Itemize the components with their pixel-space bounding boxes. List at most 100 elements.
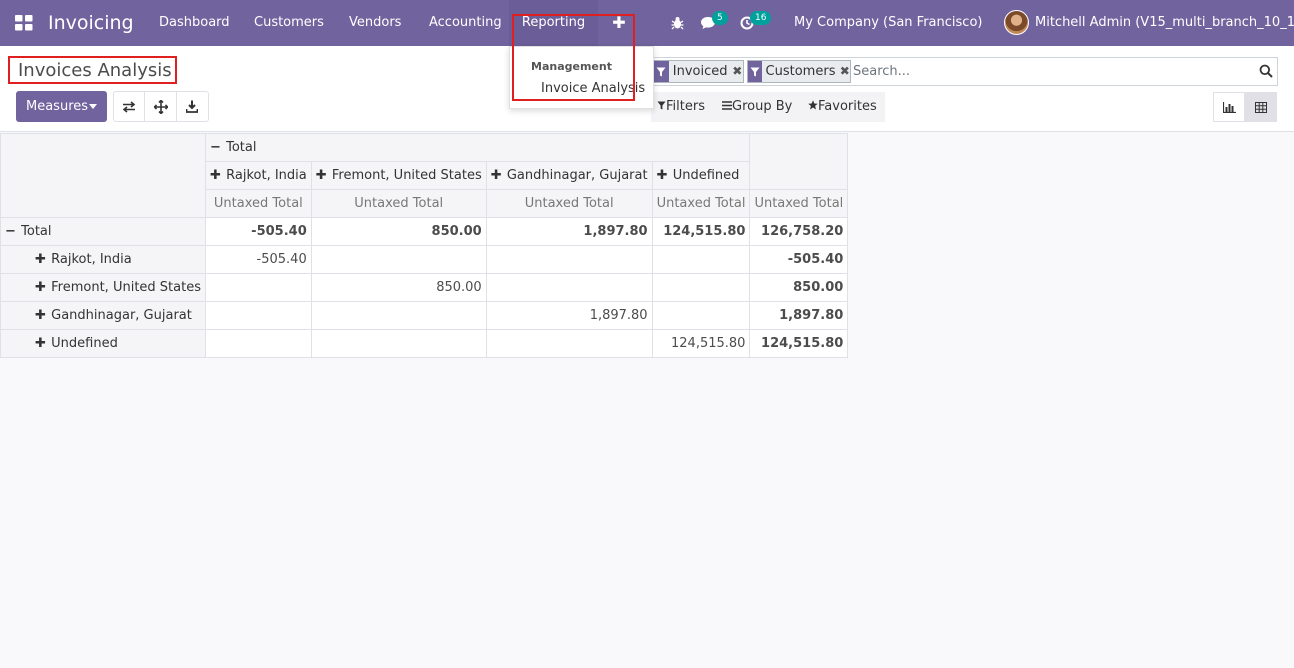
messages-count-badge: 5 — [712, 11, 728, 25]
app-name[interactable]: Invoicing — [48, 0, 134, 46]
col-header[interactable]: ✚ Gandhinagar, Gujarat — [485, 161, 653, 190]
pivot-actions — [113, 91, 209, 122]
cell[interactable] — [204, 329, 312, 358]
cell-row-total[interactable]: -505.40 — [749, 245, 849, 274]
measure-header[interactable]: Untaxed Total — [310, 189, 487, 218]
remove-facet-icon[interactable]: ✖ — [839, 61, 850, 82]
pivot-view-icon[interactable] — [1245, 92, 1277, 122]
cell[interactable] — [651, 273, 751, 302]
caret-down-icon — [89, 104, 97, 109]
menu-accounting[interactable]: Accounting — [429, 0, 502, 46]
table-row: ✚ Rajkot, India -505.40 -505.40 — [0, 245, 849, 274]
measures-button[interactable]: Measures — [16, 91, 107, 122]
user-avatar[interactable] — [1004, 10, 1029, 35]
measure-header[interactable]: Untaxed Total — [204, 189, 312, 218]
cell[interactable] — [651, 245, 751, 274]
cell[interactable]: 1,897.80 — [485, 217, 653, 246]
col-header[interactable]: ✚ Undefined — [651, 161, 751, 190]
filters-toggle[interactable]: Filters — [657, 92, 705, 122]
page-title: Invoices Analysis — [8, 56, 177, 84]
filter-icon — [657, 101, 666, 110]
row-header[interactable]: ✚ Rajkot, India — [0, 245, 206, 274]
debug-bug-icon[interactable] — [671, 0, 685, 46]
cell[interactable] — [204, 273, 312, 302]
pivot-table: − Total ✚ Rajkot, India ✚ Fremont, Unite… — [0, 133, 849, 358]
search-options: Filters Group By Favorites — [651, 92, 885, 122]
collapse-icon: − — [209, 140, 221, 155]
remove-facet-icon[interactable]: ✖ — [732, 61, 743, 82]
search-input[interactable] — [853, 61, 1243, 82]
filter-icon — [748, 61, 762, 82]
cell[interactable] — [485, 245, 653, 274]
pivot-corner — [0, 133, 206, 218]
col-header-grand-total — [749, 133, 849, 190]
cell[interactable]: 850.00 — [310, 217, 487, 246]
measures-label: Measures — [26, 99, 89, 114]
activities-count-badge: 16 — [750, 11, 772, 25]
search-icon[interactable] — [1259, 64, 1273, 82]
menu-vendors[interactable]: Vendors — [349, 0, 401, 46]
cell-row-total[interactable]: 1,897.80 — [749, 301, 849, 330]
cell[interactable] — [310, 329, 487, 358]
row-header-total[interactable]: − Total — [0, 217, 206, 246]
table-row-total: − Total -505.40 850.00 1,897.80 124,515.… — [0, 217, 849, 246]
favorites-toggle[interactable]: Favorites — [808, 92, 877, 122]
col-header[interactable]: ✚ Fremont, United States — [310, 161, 487, 190]
row-header[interactable]: ✚ Gandhinagar, Gujarat — [0, 301, 206, 330]
user-menu[interactable]: Mitchell Admin (V15_multi_branch_10_11) — [1035, 0, 1294, 46]
star-icon — [808, 100, 818, 110]
cell[interactable]: -505.40 — [204, 245, 312, 274]
cell[interactable] — [310, 245, 487, 274]
expand-icon: ✚ — [315, 168, 327, 183]
facet-customers[interactable]: Customers ✖ — [747, 60, 851, 83]
view-switcher — [1213, 92, 1278, 122]
filters-label: Filters — [666, 99, 705, 114]
cell[interactable] — [204, 301, 312, 330]
row-header[interactable]: ✚ Fremont, United States — [0, 273, 206, 302]
group-by-label: Group By — [732, 99, 793, 114]
row-header[interactable]: ✚ Undefined — [0, 329, 206, 358]
cell[interactable]: 124,515.80 — [651, 217, 751, 246]
cell-row-total[interactable]: 850.00 — [749, 273, 849, 302]
cell[interactable] — [310, 301, 487, 330]
cell[interactable]: -505.40 — [204, 217, 312, 246]
group-by-toggle[interactable]: Group By — [722, 92, 792, 122]
company-switcher[interactable]: My Company (San Francisco) — [794, 0, 982, 46]
expand-icon: ✚ — [209, 168, 221, 183]
cell[interactable]: 1,897.80 — [485, 301, 653, 330]
facet-label: Invoiced — [672, 64, 728, 79]
expand-icon: ✚ — [35, 280, 46, 295]
flip-axis-icon[interactable] — [114, 92, 146, 121]
cell-row-total[interactable]: 124,515.80 — [749, 329, 849, 358]
table-row: ✚ Fremont, United States 850.00 850.00 — [0, 273, 849, 302]
cell[interactable]: 850.00 — [310, 273, 487, 302]
facet-invoiced[interactable]: Invoiced ✖ — [653, 60, 744, 83]
menu-dashboard[interactable]: Dashboard — [159, 0, 230, 46]
cell[interactable] — [485, 273, 653, 302]
apps-menu-icon[interactable] — [15, 0, 33, 46]
expand-all-icon[interactable] — [145, 92, 177, 121]
col-header-total[interactable]: − Total — [204, 133, 751, 162]
cell[interactable]: 124,515.80 — [651, 329, 751, 358]
activities-clock-icon[interactable]: 16 — [740, 0, 772, 46]
expand-icon: ✚ — [35, 252, 46, 267]
collapse-icon: − — [5, 224, 16, 239]
expand-icon: ✚ — [656, 168, 668, 183]
measure-header[interactable]: Untaxed Total — [651, 189, 751, 218]
download-icon[interactable] — [177, 92, 208, 121]
measure-header[interactable]: Untaxed Total — [485, 189, 653, 218]
annotation-highlight — [512, 14, 635, 101]
favorites-label: Favorites — [818, 99, 877, 114]
expand-icon: ✚ — [35, 308, 46, 323]
col-header[interactable]: ✚ Rajkot, India — [204, 161, 312, 190]
messages-icon[interactable]: 5 — [700, 0, 732, 46]
graph-view-icon[interactable] — [1213, 92, 1245, 122]
cell-grand-total[interactable]: 126,758.20 — [749, 217, 849, 246]
filter-icon — [654, 61, 669, 82]
expand-icon: ✚ — [35, 336, 46, 351]
cell[interactable] — [651, 301, 751, 330]
cell[interactable] — [485, 329, 653, 358]
measure-header[interactable]: Untaxed Total — [749, 189, 849, 218]
menu-customers[interactable]: Customers — [254, 0, 324, 46]
expand-icon: ✚ — [490, 168, 502, 183]
